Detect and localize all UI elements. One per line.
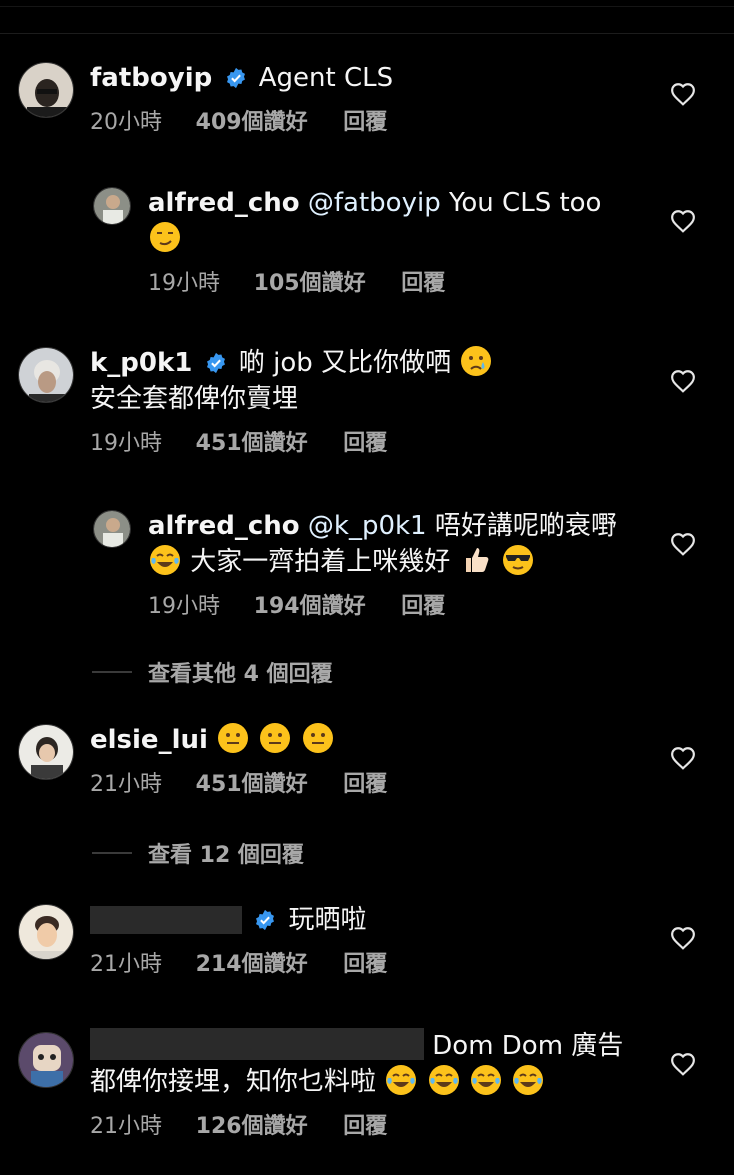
comment-time: 21小時: [90, 772, 162, 797]
comment-text: You CLS too: [448, 188, 602, 218]
comment-username[interactable]: alfred_cho: [148, 188, 300, 218]
reply-button[interactable]: 回覆: [343, 772, 387, 797]
laughing-crying-emoji-icon: [386, 1065, 417, 1095]
comment-text: Agent CLS: [258, 63, 394, 93]
comment-time: 21小時: [90, 952, 162, 977]
neutral-face-emoji-icon: [302, 723, 333, 753]
comment-likes[interactable]: 409個讚好: [196, 110, 308, 135]
laughing-crying-emoji-icon: [428, 1065, 459, 1095]
comment-text-line2: 安全套都俾你賣埋: [90, 384, 299, 414]
heart-icon[interactable]: [670, 746, 696, 770]
divider-dash: [92, 852, 132, 854]
emoji-line: [148, 221, 664, 257]
comment-time: 19小時: [148, 594, 220, 619]
reply-button[interactable]: 回覆: [343, 110, 387, 135]
mention-link[interactable]: @k_p0k1: [308, 511, 427, 541]
reply-button[interactable]: 回覆: [343, 431, 387, 456]
heart-icon[interactable]: [670, 369, 696, 393]
comment-time: 21小時: [90, 1114, 162, 1139]
comment-time: 19小時: [148, 271, 220, 296]
heart-icon[interactable]: [670, 1052, 696, 1076]
comment-text-line2: 大家一齊拍着上咪幾好: [190, 547, 451, 577]
laughing-crying-emoji-icon: [470, 1065, 501, 1095]
comment-text: 唔好講呢啲衰嘢: [434, 511, 617, 541]
crying-emoji-icon: [461, 346, 492, 376]
avatar[interactable]: [18, 62, 74, 118]
sunglasses-emoji-icon: [502, 545, 533, 575]
view-more-replies-button[interactable]: 查看其他 4 個回覆: [92, 656, 333, 688]
comment-text-line2: 都俾你接埋，知你乜料啦: [90, 1067, 377, 1097]
comment-username[interactable]: elsie_lui: [90, 725, 208, 755]
verified-badge-icon: [226, 67, 245, 89]
comment-username[interactable]: fatboyip: [90, 63, 212, 93]
reply-button[interactable]: 回覆: [401, 271, 445, 296]
view-more-replies-button[interactable]: 查看 12 個回覆: [92, 837, 304, 869]
heart-icon[interactable]: [670, 532, 696, 556]
comment-text: 啲 job 又比你做哂: [238, 348, 452, 378]
reply-button[interactable]: 回覆: [343, 1114, 387, 1139]
comment-time: 20小時: [90, 110, 162, 135]
avatar[interactable]: [93, 187, 131, 225]
neutral-face-emoji-icon: [260, 723, 291, 753]
divider-dash: [92, 671, 132, 673]
comment-likes[interactable]: 451個讚好: [196, 772, 308, 797]
comment-username[interactable]: k_p0k1: [90, 348, 192, 378]
avatar[interactable]: [18, 724, 74, 780]
verified-badge-icon: [206, 352, 225, 374]
verified-badge-icon: [256, 909, 275, 931]
reply-button[interactable]: 回覆: [401, 594, 445, 619]
avatar[interactable]: [18, 1032, 74, 1088]
comment-likes[interactable]: 451個讚好: [196, 431, 308, 456]
comment-likes[interactable]: 214個讚好: [196, 952, 308, 977]
heart-icon[interactable]: [670, 209, 696, 233]
view-more-label: 查看其他 4 個回覆: [148, 662, 333, 687]
comment-likes[interactable]: 126個讚好: [196, 1114, 308, 1139]
redacted-username: [90, 1028, 424, 1060]
comment-text: Dom Dom 廣告: [432, 1031, 624, 1061]
avatar[interactable]: [93, 510, 131, 548]
laughing-crying-emoji-icon: [150, 545, 180, 575]
comment-likes[interactable]: 194個讚好: [254, 594, 366, 619]
thumbs-up-emoji-icon: [465, 548, 488, 572]
neutral-face-emoji-icon: [218, 723, 249, 753]
view-more-label: 查看 12 個回覆: [148, 843, 304, 868]
mention-link[interactable]: @fatboyip: [308, 188, 441, 218]
avatar[interactable]: [18, 347, 74, 403]
avatar[interactable]: [18, 904, 74, 960]
comment-username[interactable]: alfred_cho: [148, 511, 300, 541]
comment-text: 玩晒啦: [288, 905, 367, 935]
top-divider: [0, 0, 734, 34]
redacted-username: [90, 906, 242, 934]
reply-button[interactable]: 回覆: [343, 952, 387, 977]
comment-time: 19小時: [90, 431, 162, 456]
laughing-crying-emoji-icon: [513, 1065, 544, 1095]
heart-icon[interactable]: [670, 82, 696, 106]
smirk-emoji-icon: [150, 222, 180, 252]
comment-likes[interactable]: 105個讚好: [254, 271, 366, 296]
heart-icon[interactable]: [670, 926, 696, 950]
